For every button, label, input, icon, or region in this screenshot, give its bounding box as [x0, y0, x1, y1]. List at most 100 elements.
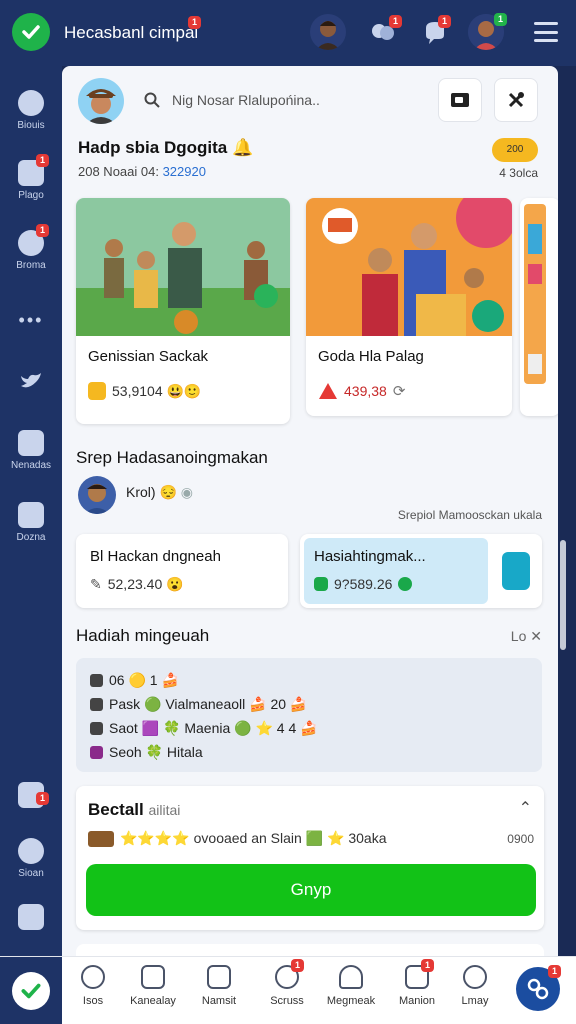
bird-icon[interactable]: [0, 368, 62, 397]
task-value-text: 52,23.40 😮: [107, 576, 184, 592]
nav-item-manion[interactable]: 1 Manion: [386, 959, 448, 1007]
bottom-logo[interactable]: [0, 957, 62, 1024]
nav-label: Manion: [398, 995, 436, 1007]
card-image-group: [76, 198, 290, 336]
list-item[interactable]: Seoh 🍀 Hitala: [90, 740, 528, 764]
refresh-icon: ⟳: [392, 383, 406, 400]
user-avatar[interactable]: [78, 78, 124, 124]
feature-card-2[interactable]: Goda Hla Palag 439,38 ⟳: [306, 198, 512, 416]
notify-badge: 1: [438, 15, 451, 28]
app-logo-check-icon[interactable]: [12, 13, 50, 51]
reward-list: 06 🟡 1 🍰 Pask 🟢 Vialmaneaoll 🍰 20 🍰 Saot…: [76, 658, 542, 772]
list-bullet-icon: [90, 721, 103, 735]
sidebar-item-plago[interactable]: 1 Plago: [0, 154, 62, 201]
task-value: ✎ 52,23.40 😮: [90, 576, 184, 593]
sidebar-item-label: Broma: [16, 260, 46, 271]
sidebar-item-nenadas[interactable]: Nenadas: [0, 430, 62, 471]
message-icon: 1: [18, 224, 49, 256]
people-icon[interactable]: [0, 904, 62, 934]
nav-item-megmeak[interactable]: Megmeak: [320, 965, 382, 1007]
feature-card-3-peek[interactable]: [520, 198, 558, 416]
section-row-text: Krol) 😔 ◉: [126, 484, 193, 501]
sidebar-item-sioan[interactable]: Sioan: [0, 838, 62, 879]
detail-card: Bectall ailitai ⌃ ⭐⭐⭐⭐ ovooaed an Slain …: [76, 786, 544, 930]
top-bar: Hecasbanl cimpal 1 1 1 1: [0, 0, 576, 66]
nav-badge: 1: [291, 959, 304, 972]
detail-title-suffix: ailitai: [148, 802, 181, 818]
group-icon: [18, 838, 44, 864]
list-item-text: Seoh 🍀 Hitala: [109, 743, 203, 760]
more-icon[interactable]: •••: [0, 310, 62, 331]
list-item[interactable]: Saot 🟪 🍀 Maenia 🟢 ⭐ 4 4 🍰: [90, 716, 528, 740]
search-input[interactable]: Nig Nosar Rlalupońina..: [172, 92, 320, 108]
sidebar-badge: 1: [36, 792, 49, 805]
list-bullet-icon: [90, 673, 103, 687]
people-glyph-icon: [18, 904, 44, 930]
nav-item-lmay[interactable]: Lmay: [444, 965, 506, 1007]
sidebar-item-label: Sioan: [18, 868, 44, 879]
section-right-text: Srepiol Mamoosckan ukala: [397, 508, 542, 522]
greeting-sub-accent: 322920: [162, 164, 206, 179]
fab-button[interactable]: 1: [516, 965, 561, 1011]
feature-card-1[interactable]: Genissian Sackak 53,9104 😃🙂: [76, 198, 290, 424]
points-pill[interactable]: 200: [492, 138, 538, 162]
sidebar-badge: 1: [36, 224, 49, 237]
nav-item-scruss[interactable]: 1 Scruss: [256, 959, 318, 1007]
scrollbar[interactable]: [560, 540, 566, 650]
link-icon: [527, 978, 549, 1000]
list-bullet-icon: [90, 745, 103, 759]
board-icon: 1: [18, 782, 49, 808]
sidebar-item-biouis[interactable]: Biouis: [0, 90, 62, 131]
task-title: Hasiahtingmak...: [314, 548, 426, 565]
bottom-nav: Isos Kanealay Namsit 1 Scruss Megmeak 1 …: [0, 956, 576, 1024]
list-item[interactable]: 06 🟡 1 🍰: [90, 668, 528, 692]
top-avatar-guest[interactable]: [310, 14, 346, 50]
list-item[interactable]: Pask 🟢 Vialmaneaoll 🍰 20 🍰: [90, 692, 528, 716]
wallet-icon: [451, 93, 469, 107]
nav-item-kanealay[interactable]: Kanealay: [122, 965, 184, 1007]
main-panel: Nig Nosar Rlalupońina.. Hadp sbia Dgogit…: [62, 66, 558, 956]
puzzle-icon: [18, 502, 44, 528]
primary-action-button[interactable]: Gnyp: [86, 864, 536, 916]
list-item-text: Saot 🟪 🍀 Maenia 🟢 ⭐ 4 4 🍰: [109, 719, 318, 736]
task-card-1[interactable]: Bl Hackan dngneah ✎ 52,23.40 😮: [76, 534, 288, 608]
fab-badge: 1: [548, 965, 561, 978]
check-icon: [12, 972, 50, 1010]
green-tag-icon: [314, 577, 328, 591]
card-meta: 53,9104 😃🙂: [88, 382, 201, 400]
wallet-button[interactable]: [438, 78, 482, 122]
nav-item-namsit[interactable]: Namsit: [188, 965, 250, 1007]
search-icon: [144, 92, 160, 108]
detail-line: ⭐⭐⭐⭐ ovooaed an Slain 🟩 ⭐ 30aka: [88, 830, 387, 847]
greeting-right-text: 4 3olca: [499, 166, 538, 180]
nav-label: Scruss: [270, 995, 304, 1007]
tools-button[interactable]: [494, 78, 538, 122]
sidebar-item-dozna[interactable]: Dozna: [0, 502, 62, 543]
sidebar-item-board[interactable]: 1: [0, 782, 62, 812]
chevron-up-icon[interactable]: ⌃: [519, 798, 532, 818]
up-arrow-icon: [398, 577, 413, 591]
weekly-section-right-text: Lo: [510, 628, 527, 644]
profile-badge: 1: [494, 13, 507, 26]
detail-title: Bectall ailitai: [88, 800, 180, 820]
search-icon: 1: [275, 959, 304, 989]
section-row-value: Krol) 😔: [126, 484, 177, 500]
nav-item-isos[interactable]: Isos: [62, 965, 124, 1007]
clipboard-icon: 1: [405, 959, 434, 989]
card-meta-value: 53,9104 😃🙂: [112, 382, 202, 399]
grid-icon: [18, 430, 44, 456]
warning-icon: [319, 383, 337, 399]
section-avatar[interactable]: [78, 476, 116, 514]
hamburger-menu-icon[interactable]: [534, 22, 558, 42]
calendar-icon: 1: [18, 154, 49, 186]
heart-icon: [141, 965, 165, 989]
sidebar-item-broma[interactable]: 1 Broma: [0, 224, 62, 271]
chat-bubble-icon: [18, 90, 44, 116]
task-card-2[interactable]: Hasiahtingmak... 9?589.26: [300, 534, 542, 608]
hourglass-icon[interactable]: [502, 552, 530, 590]
close-icon[interactable]: ✕: [530, 628, 542, 644]
smile-icon: [81, 965, 105, 989]
weekly-section-right[interactable]: Lo ✕: [511, 628, 542, 645]
card-title: Goda Hla Palag: [318, 348, 424, 365]
search-bar[interactable]: Nig Nosar Rlalupońina..: [138, 84, 428, 116]
